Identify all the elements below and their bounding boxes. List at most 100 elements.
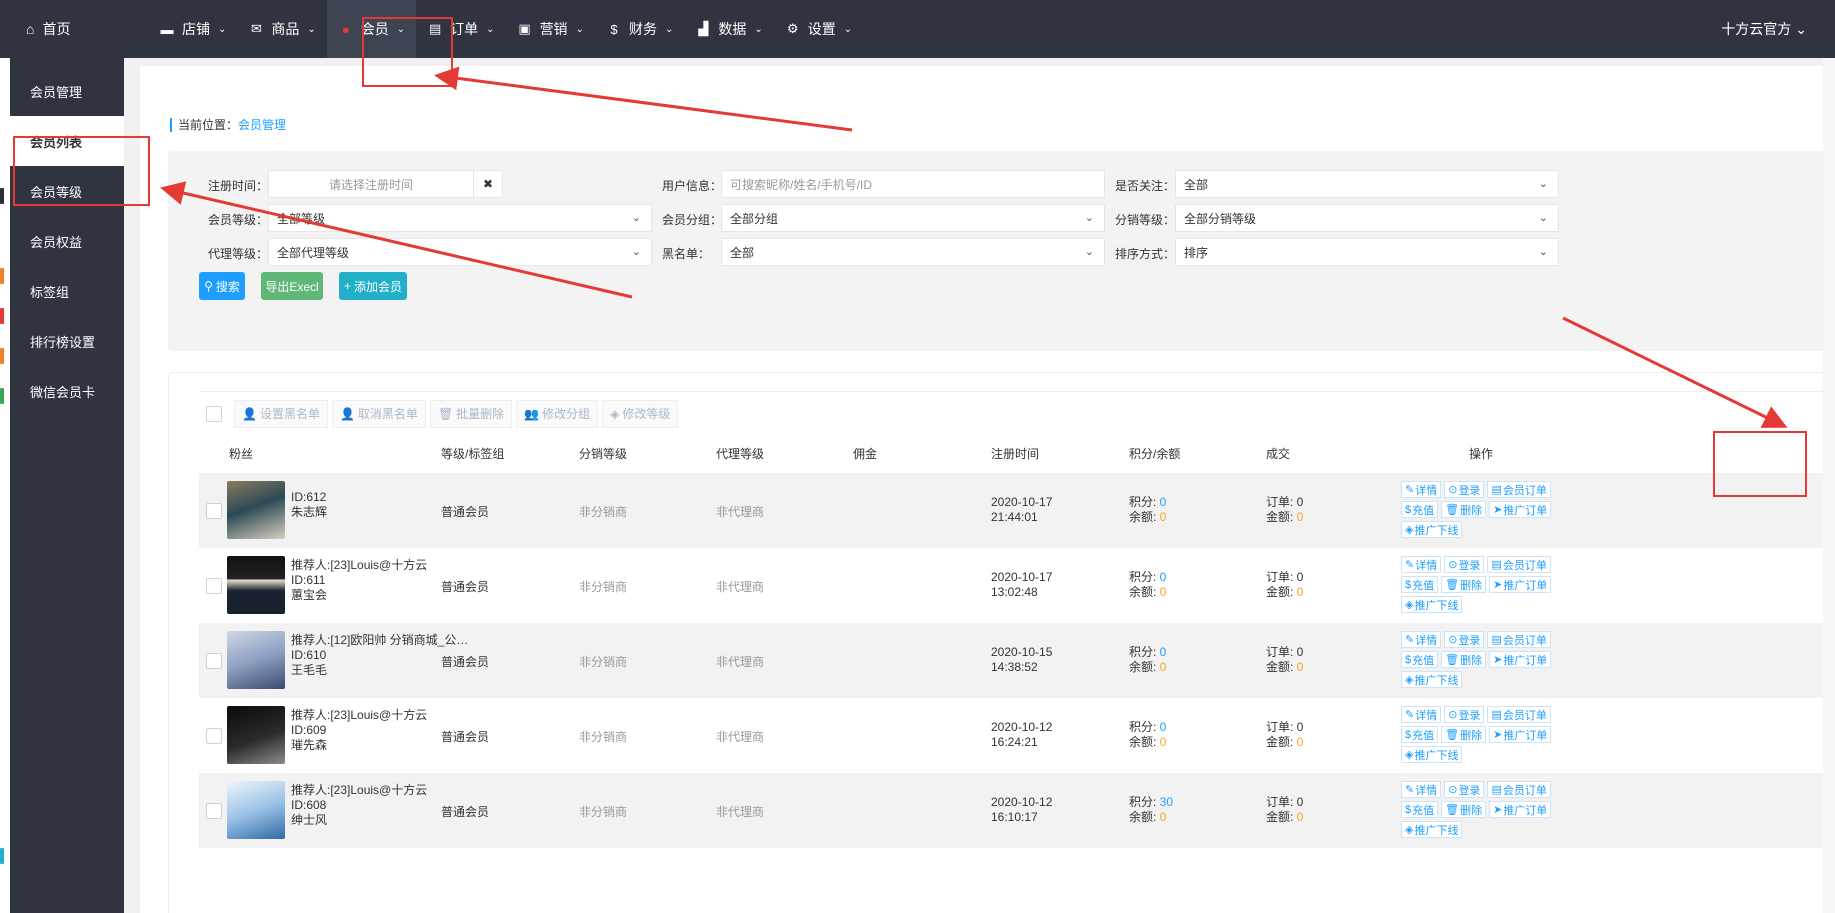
table-header: 粉丝 等级/标签组 分销等级 代理等级 佣金 注册时间 积分/余额 成交 操作 bbox=[199, 437, 1835, 467]
recharge-button[interactable]: $ 充值 bbox=[1401, 501, 1439, 518]
promo-order-label: 推广订单 bbox=[1503, 729, 1548, 742]
nav-goods[interactable]: ✉ 商品 ⌄ bbox=[237, 0, 326, 58]
row-checkbox[interactable] bbox=[206, 653, 222, 669]
login-button[interactable]: ⊙ 登录 bbox=[1444, 781, 1485, 798]
agent-level-value: 全部代理等级 bbox=[277, 245, 350, 260]
promo-order-button[interactable]: ➤ 推广订单 bbox=[1489, 576, 1552, 593]
blacklist-select[interactable]: 全部 ⌄ bbox=[721, 238, 1105, 266]
points-value[interactable]: 0 bbox=[1160, 720, 1167, 734]
member-order-button[interactable]: ▤ 会员订单 bbox=[1487, 481, 1551, 498]
promo-order-button[interactable]: ➤ 推广订单 bbox=[1489, 726, 1552, 743]
nav-store[interactable]: ▬ 店铺 ⌄ bbox=[148, 0, 237, 58]
points-value[interactable]: 0 bbox=[1160, 645, 1167, 659]
recharge-button[interactable]: $ 充值 bbox=[1401, 801, 1439, 818]
row-checkbox[interactable] bbox=[206, 503, 222, 519]
member-order-label: 会员订单 bbox=[1502, 559, 1547, 572]
balance-value[interactable]: 0 bbox=[1160, 810, 1167, 824]
member-order-button[interactable]: ▤ 会员订单 bbox=[1487, 781, 1551, 798]
batch-delete-button[interactable]: 🗑 批量删除 bbox=[429, 399, 513, 428]
delete-button[interactable]: 🗑 删除 bbox=[1441, 726, 1487, 743]
sidebar-item-tag-group[interactable]: 标签组 bbox=[10, 266, 124, 316]
export-button[interactable]: 导出Execl bbox=[261, 272, 323, 300]
user-info-input[interactable]: 可搜索昵称/姓名/手机号/ID bbox=[721, 170, 1105, 198]
reg-time-input[interactable]: 请选择注册时间 bbox=[268, 170, 474, 198]
balance-value[interactable]: 0 bbox=[1160, 660, 1167, 674]
group-select[interactable]: 全部分组 ⌄ bbox=[721, 204, 1105, 232]
select-all-checkbox[interactable] bbox=[206, 405, 222, 422]
follow-select[interactable]: 全部 ⌄ bbox=[1175, 170, 1559, 198]
nav-settings[interactable]: ⚙ 设置 ⌄ bbox=[774, 0, 863, 58]
referrer-text: 推荐人:[23]Louis@十方云 bbox=[291, 708, 428, 722]
reg-time-clear-button[interactable]: ✖ bbox=[473, 170, 503, 198]
promo-order-button[interactable]: ➤ 推广订单 bbox=[1489, 651, 1552, 668]
sidebar-item-member-manage[interactable]: 会员管理 bbox=[10, 66, 124, 116]
row-checkbox[interactable] bbox=[206, 803, 222, 819]
delete-button[interactable]: 🗑 删除 bbox=[1441, 651, 1487, 668]
nav-data[interactable]: ▟ 数据 ⌄ bbox=[684, 0, 773, 58]
add-member-button[interactable]: + 添加会员 bbox=[339, 272, 407, 300]
delete-button[interactable]: 🗑 删除 bbox=[1441, 501, 1487, 518]
cancel-blacklist-button[interactable]: 👤 取消黑名单 bbox=[331, 399, 426, 428]
agent-level-select[interactable]: 全部代理等级 ⌄ bbox=[268, 238, 652, 266]
trash-icon: 🗑 bbox=[437, 406, 454, 421]
chevron-down-icon: ⌄ bbox=[1538, 178, 1548, 190]
login-button[interactable]: ⊙ 登录 bbox=[1444, 631, 1485, 648]
login-button[interactable]: ⊙ 登录 bbox=[1444, 706, 1485, 723]
row-checkbox[interactable] bbox=[206, 728, 222, 744]
detail-button[interactable]: ✎ 详情 bbox=[1401, 631, 1442, 648]
account-menu[interactable]: 十方云官方 ⌄ bbox=[1721, 0, 1807, 58]
change-group-button[interactable]: 👥 修改分组 bbox=[516, 399, 599, 428]
dist-level-select[interactable]: 全部分销等级 ⌄ bbox=[1175, 204, 1559, 232]
row-checkbox[interactable] bbox=[206, 578, 222, 594]
points-value[interactable]: 0 bbox=[1160, 570, 1167, 584]
member-order-button[interactable]: ▤ 会员订单 bbox=[1487, 556, 1551, 573]
recharge-button[interactable]: $ 充值 bbox=[1401, 576, 1439, 593]
login-button[interactable]: ⊙ 登录 bbox=[1444, 481, 1485, 498]
sidebar-item-ranking[interactable]: 排行榜设置 bbox=[10, 316, 124, 366]
sort-select[interactable]: 排序 ⌄ bbox=[1175, 238, 1559, 266]
promo-downline-label: 推广下线 bbox=[1414, 524, 1459, 537]
level-select[interactable]: 全部等级 ⌄ bbox=[268, 204, 652, 232]
recharge-button[interactable]: $ 充值 bbox=[1401, 726, 1439, 743]
reg-time: 2020-10-17 13:02:48 bbox=[991, 570, 1052, 600]
sidebar-item-wechat-card[interactable]: 微信会员卡 bbox=[10, 366, 124, 416]
promo-downline-button[interactable]: ◈ 推广下线 bbox=[1401, 821, 1463, 838]
col-agent: 代理等级 bbox=[716, 447, 765, 461]
detail-button[interactable]: ✎ 详情 bbox=[1401, 781, 1442, 798]
points-balance: 积分: 0 余额: 0 bbox=[1129, 495, 1166, 525]
balance-value[interactable]: 0 bbox=[1160, 585, 1167, 599]
amount-value: 0 bbox=[1296, 510, 1304, 524]
promo-downline-button[interactable]: ◈ 推广下线 bbox=[1401, 746, 1463, 763]
member-order-button[interactable]: ▤ 会员订单 bbox=[1487, 631, 1551, 648]
promo-downline-button[interactable]: ◈ 推广下线 bbox=[1401, 671, 1463, 688]
member-order-button[interactable]: ▤ 会员订单 bbox=[1487, 706, 1551, 723]
balance-value[interactable]: 0 bbox=[1160, 510, 1167, 524]
promo-order-button[interactable]: ➤ 推广订单 bbox=[1489, 801, 1552, 818]
page-scrollbar[interactable] bbox=[1823, 58, 1835, 913]
set-blacklist-button[interactable]: 👤 设置黑名单 bbox=[234, 399, 328, 428]
nav-marketing[interactable]: ▣ 营销 ⌄ bbox=[506, 0, 595, 58]
balance-value[interactable]: 0 bbox=[1160, 735, 1167, 749]
chevron-down-icon: ⌄ bbox=[631, 246, 641, 258]
nav-home[interactable]: ⌂ 首页 bbox=[0, 0, 124, 58]
search-button[interactable]: ⚲ 搜索 bbox=[199, 272, 245, 300]
nav-finance[interactable]: $ 财务 ⌄ bbox=[595, 0, 684, 58]
delete-button[interactable]: 🗑 删除 bbox=[1441, 801, 1487, 818]
recharge-button[interactable]: $ 充值 bbox=[1401, 651, 1439, 668]
change-level-button[interactable]: ◈ 修改等级 bbox=[602, 399, 679, 428]
delete-button[interactable]: 🗑 删除 bbox=[1441, 576, 1487, 593]
promo-downline-button[interactable]: ◈ 推广下线 bbox=[1401, 596, 1463, 613]
nav-settings-label: 设置 bbox=[807, 21, 836, 37]
points-value[interactable]: 0 bbox=[1160, 495, 1167, 509]
detail-button[interactable]: ✎ 详情 bbox=[1401, 481, 1442, 498]
promo-downline-button[interactable]: ◈ 推广下线 bbox=[1401, 521, 1463, 538]
detail-label: 详情 bbox=[1415, 784, 1438, 797]
detail-button[interactable]: ✎ 详情 bbox=[1401, 706, 1442, 723]
points-value[interactable]: 30 bbox=[1160, 795, 1173, 809]
sidebar-item-member-rights[interactable]: 会员权益 bbox=[10, 216, 124, 266]
breadcrumb-current[interactable]: 会员管理 bbox=[238, 118, 286, 132]
login-button[interactable]: ⊙ 登录 bbox=[1444, 556, 1485, 573]
send-icon: ➤ bbox=[1493, 504, 1503, 516]
promo-order-button[interactable]: ➤ 推广订单 bbox=[1489, 501, 1552, 518]
detail-button[interactable]: ✎ 详情 bbox=[1401, 556, 1442, 573]
